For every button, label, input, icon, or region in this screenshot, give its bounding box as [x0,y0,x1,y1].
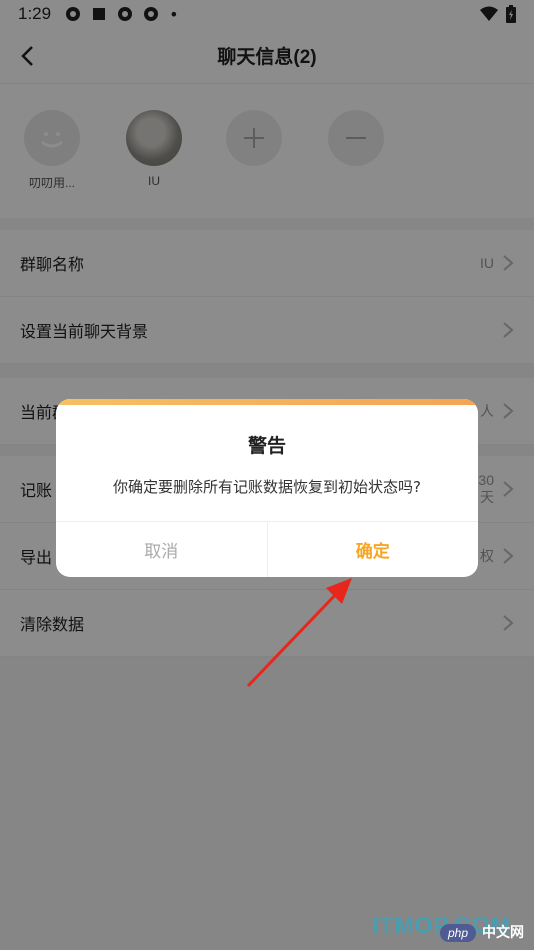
dialog-actions: 取消 确定 [56,521,478,577]
confirm-button[interactable]: 确定 [268,522,479,577]
cancel-button[interactable]: 取消 [56,522,268,577]
dialog-accent-bar [56,399,478,405]
dialog-title: 警告 [247,435,286,457]
dialog-message: 你确定要删除所有记账数据恢复到初始状态吗? [113,478,421,496]
watermark-php-badge: php [440,924,477,942]
warning-dialog: 警告 你确定要删除所有记账数据恢复到初始状态吗? 取消 确定 [56,399,478,577]
watermark-php-cn: 中文网 [482,925,524,941]
